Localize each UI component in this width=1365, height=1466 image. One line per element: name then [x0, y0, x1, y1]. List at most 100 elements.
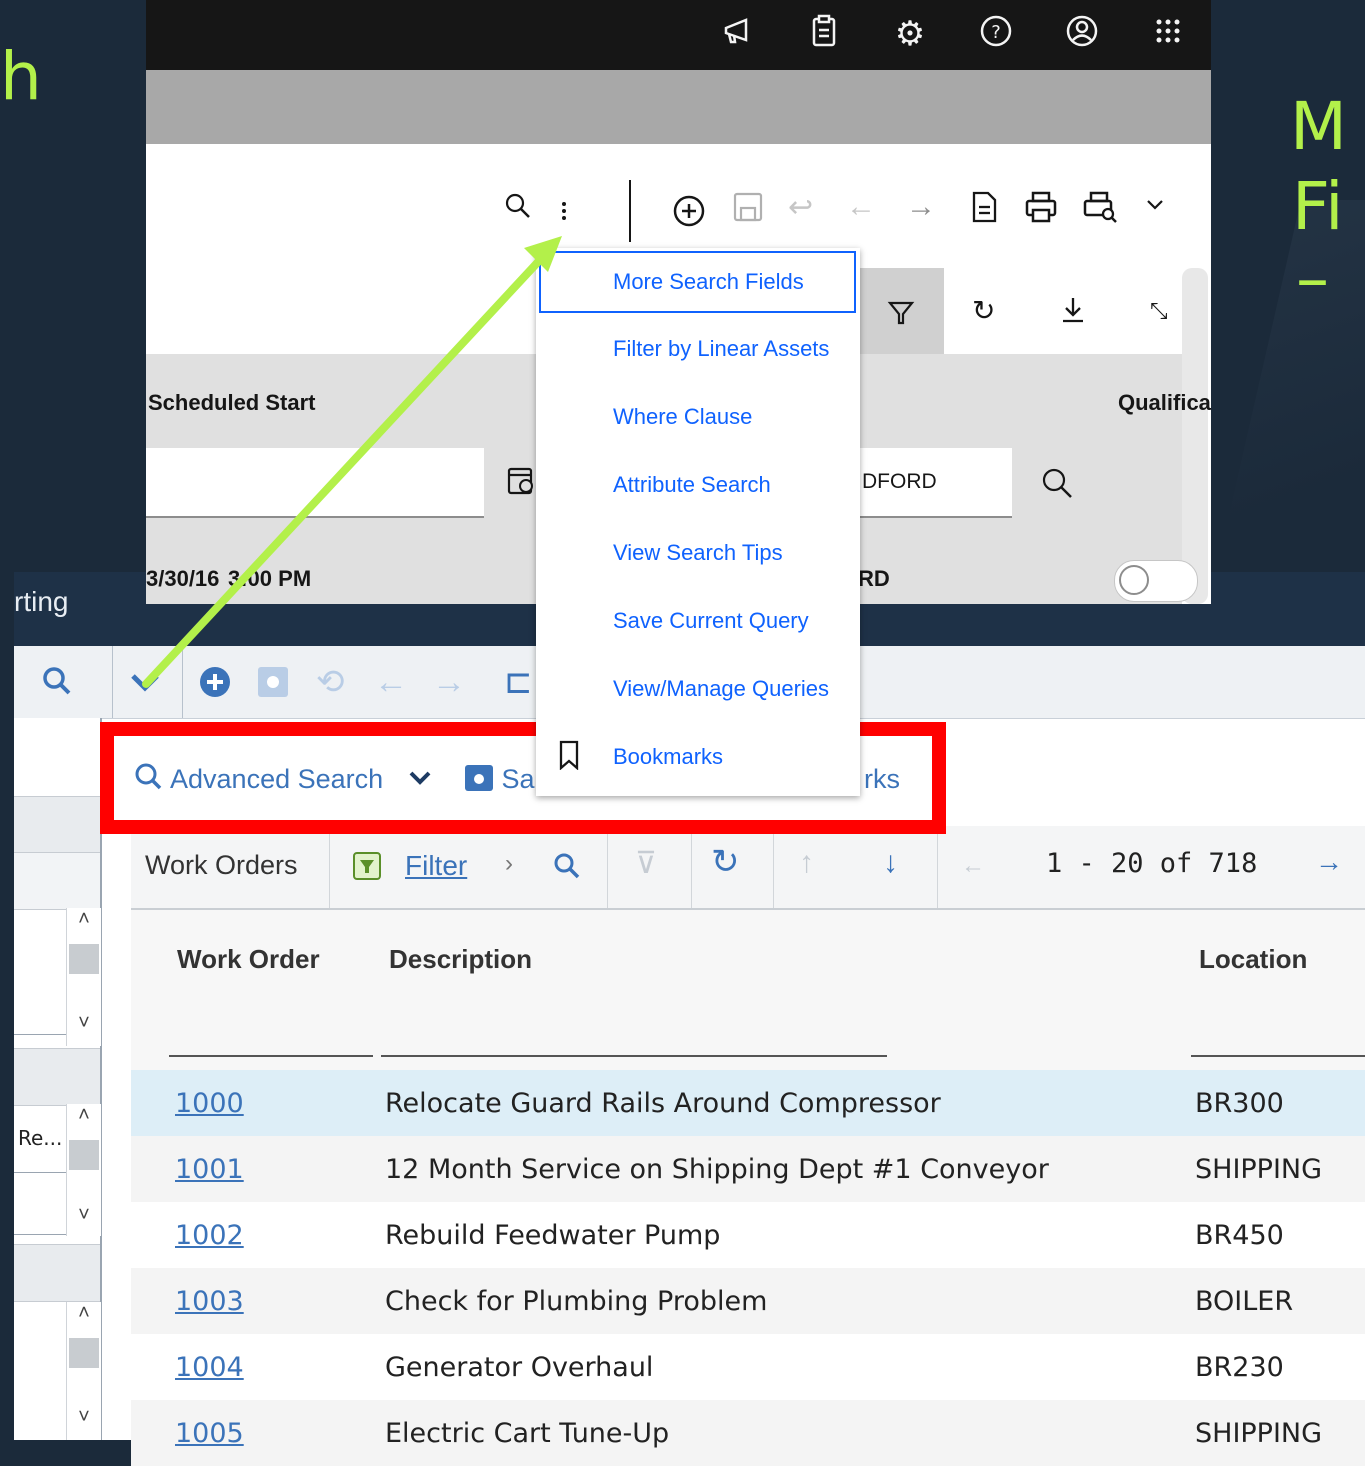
work-order-link[interactable]: 1004: [175, 1352, 244, 1383]
scroll-up-icon[interactable]: ˄: [67, 1104, 101, 1127]
column-header-scheduled-start[interactable]: Scheduled Start: [148, 390, 315, 416]
sort-up-icon[interactable]: ↑: [799, 846, 814, 880]
scroll-thumb[interactable]: [69, 944, 99, 974]
scrollbar[interactable]: ˄ ˅: [66, 908, 101, 1046]
column-header-description[interactable]: Description: [389, 944, 532, 975]
scroll-thumb[interactable]: [69, 1140, 99, 1170]
refresh-icon[interactable]: ↻: [972, 294, 995, 327]
filter-link[interactable]: Filter: [405, 850, 467, 882]
next-arrow-icon[interactable]: →: [906, 190, 936, 224]
search-icon[interactable]: [553, 852, 581, 888]
column-header-work-order[interactable]: Work Order: [177, 944, 320, 975]
chevron-down-icon[interactable]: [128, 664, 162, 707]
previous-page-icon[interactable]: ←: [961, 852, 985, 880]
description-filter-field[interactable]: [381, 1055, 887, 1057]
next-page-icon[interactable]: →: [1315, 846, 1343, 878]
chevron-right-icon[interactable]: ›: [505, 850, 513, 878]
gear-icon[interactable]: ⚙: [890, 14, 930, 54]
table-row[interactable]: 1002 Rebuild Feedwater Pump BR450: [131, 1202, 1365, 1268]
toolbar-divider: [112, 646, 113, 718]
refresh-icon[interactable]: ↻: [711, 842, 740, 882]
scroll-down-icon[interactable]: ˅: [67, 1204, 101, 1227]
menu-item-save-current-query[interactable]: Save Current Query: [536, 588, 860, 656]
undo-icon[interactable]: ↩: [788, 190, 813, 225]
app-switcher-icon[interactable]: [1148, 14, 1188, 57]
table-row[interactable]: 1000 Relocate Guard Rails Around Compres…: [131, 1070, 1365, 1136]
scroll-down-icon[interactable]: ˅: [67, 1406, 101, 1429]
menu-item-bookmarks[interactable]: Bookmarks: [536, 724, 860, 792]
left-panel-cell[interactable]: Re...: [18, 1126, 62, 1150]
column-header-qualifications[interactable]: Qualifica: [1118, 390, 1211, 416]
download-icon[interactable]: [1058, 294, 1088, 333]
chevron-down-icon[interactable]: [1144, 190, 1166, 228]
next-arrow-icon[interactable]: →: [432, 664, 466, 700]
scroll-thumb[interactable]: [69, 1338, 99, 1368]
previous-arrow-icon[interactable]: ←: [846, 190, 876, 224]
sort-down-icon[interactable]: ↓: [883, 846, 898, 880]
search-icon[interactable]: [504, 192, 532, 228]
table-row[interactable]: 1004 Generator Overhaul BR230: [131, 1334, 1365, 1400]
slide-title-right-line2: Fi: [1292, 168, 1344, 245]
print-icon[interactable]: ⊏: [504, 664, 533, 700]
background-decoration: [1205, 200, 1365, 620]
collapse-icon[interactable]: ⤡: [1150, 298, 1168, 324]
menu-item-view-manage-queries[interactable]: View/Manage Queries: [536, 656, 860, 724]
work-order-link[interactable]: 1002: [175, 1220, 244, 1251]
scrollbar[interactable]: ˄ ˅: [66, 1104, 101, 1236]
location-filter-field[interactable]: [1191, 1055, 1365, 1057]
menu-item-view-search-tips[interactable]: View Search Tips: [536, 520, 860, 588]
column-header-location[interactable]: Location: [1199, 944, 1307, 975]
document-icon[interactable]: [970, 190, 998, 232]
toggle-switch[interactable]: [1114, 560, 1198, 602]
scrollbar[interactable]: [1182, 268, 1208, 604]
table-row[interactable]: 1001 12 Month Service on Shipping Dept #…: [131, 1136, 1365, 1202]
clipboard-icon[interactable]: [804, 14, 844, 57]
work-order-link[interactable]: 1000: [175, 1088, 244, 1119]
filter-input[interactable]: DFORD: [858, 448, 1012, 518]
search-icon[interactable]: [1040, 466, 1074, 508]
clear-filter-icon[interactable]: ⊽: [635, 846, 657, 881]
menu-item-more-search-fields[interactable]: More Search Fields: [539, 251, 856, 313]
table-row[interactable]: 1003 Check for Plumbing Problem BOILER: [131, 1268, 1365, 1334]
menu-item-label: View/Manage Queries: [613, 676, 830, 701]
left-panel-section: [14, 1244, 100, 1302]
divider: [14, 1234, 66, 1235]
work-order-link[interactable]: 1003: [175, 1286, 244, 1317]
svg-text:?: ?: [991, 22, 1001, 43]
filter-button[interactable]: [858, 268, 944, 354]
scheduled-start-cell-date: 3/30/16: [146, 566, 220, 591]
undo-icon[interactable]: ⟲: [316, 664, 345, 700]
menu-item-where-clause[interactable]: Where Clause: [536, 384, 860, 452]
add-icon[interactable]: [672, 194, 706, 236]
work-order-link[interactable]: 1001: [175, 1154, 244, 1185]
menu-item-attribute-search[interactable]: Attribute Search: [536, 452, 860, 520]
scroll-up-icon[interactable]: ˄: [67, 1302, 101, 1325]
filter-icon[interactable]: [353, 852, 381, 888]
bookmark-icon: [559, 740, 579, 770]
search-icon[interactable]: [42, 664, 74, 707]
previous-arrow-icon[interactable]: ←: [374, 664, 408, 700]
work-order-link[interactable]: 1005: [175, 1418, 244, 1449]
scrollbar[interactable]: ˄ ˅: [66, 1302, 101, 1440]
save-icon[interactable]: [732, 190, 764, 232]
user-icon[interactable]: [1062, 14, 1102, 57]
print-icon[interactable]: [1024, 190, 1058, 232]
save-icon[interactable]: [256, 664, 290, 707]
megaphone-icon[interactable]: [718, 14, 758, 57]
print-preview-icon[interactable]: [1082, 190, 1118, 232]
left-panel-section: [14, 796, 100, 854]
table-row[interactable]: 1005 Electric Cart Tune-Up SHIPPING: [131, 1400, 1365, 1466]
menu-item-label: More Search Fields: [613, 269, 804, 294]
add-circle-icon[interactable]: [198, 664, 232, 707]
overflow-menu-icon[interactable]: [556, 196, 572, 234]
calendar-icon[interactable]: [506, 464, 536, 504]
help-icon[interactable]: ?: [976, 14, 1016, 57]
menu-item-filter-by-linear-assets[interactable]: Filter by Linear Assets: [536, 316, 860, 384]
scheduled-start-filter-input[interactable]: [146, 448, 484, 518]
work-order-filter-field[interactable]: [169, 1055, 373, 1057]
slide-title-right-line3: –: [1296, 240, 1329, 317]
scroll-up-icon[interactable]: ˄: [67, 908, 101, 931]
table-cell: RD: [858, 566, 890, 591]
table-header: Work Order Description Location: [131, 910, 1365, 1070]
scroll-down-icon[interactable]: ˅: [67, 1012, 101, 1035]
